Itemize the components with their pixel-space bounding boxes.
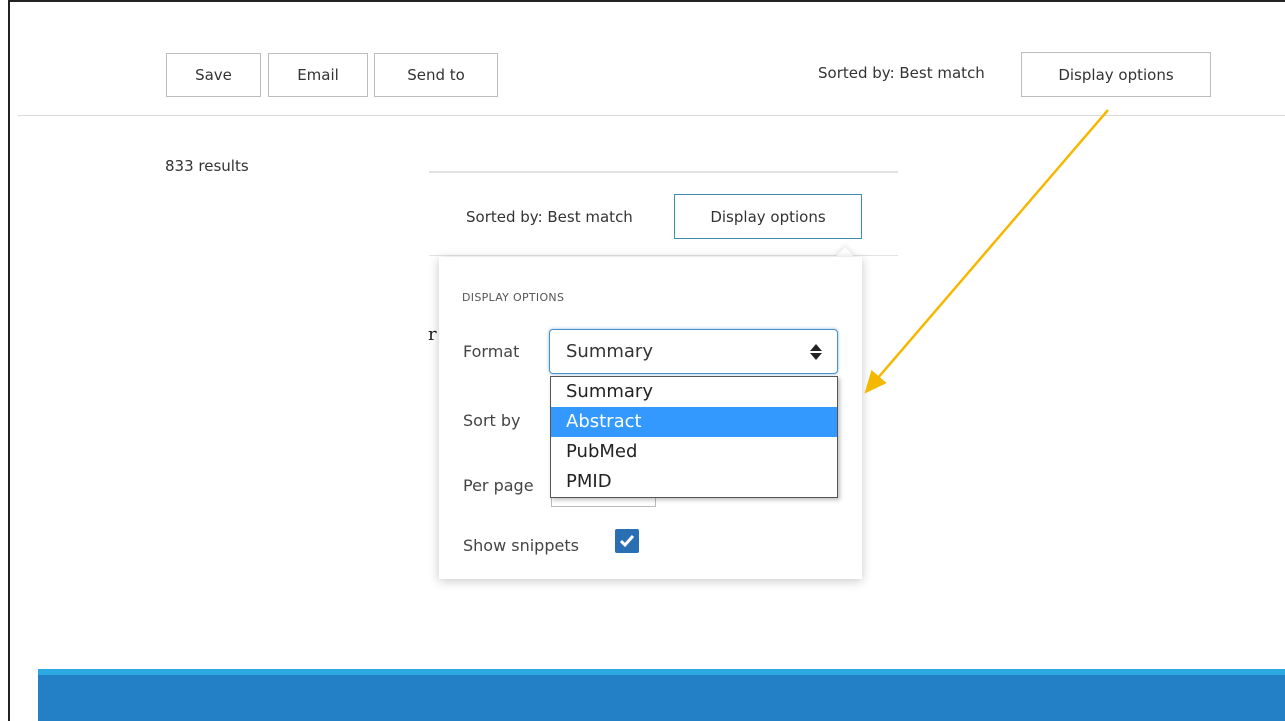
annotation-arrow [864, 109, 1109, 394]
footer-band [38, 669, 1285, 721]
